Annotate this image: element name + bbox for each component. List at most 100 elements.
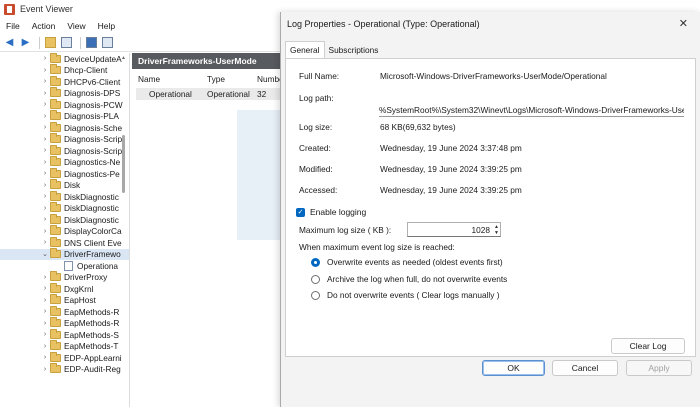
chevron-right-icon[interactable]: › xyxy=(40,113,50,120)
chevron-right-icon[interactable]: › xyxy=(40,78,50,85)
tree-folder-item[interactable]: › Diagnosis-Scrip xyxy=(0,144,129,157)
tree-folder-item[interactable]: › EapMethods-R xyxy=(0,305,129,318)
tree-folder-item[interactable]: › EapMethods-T xyxy=(0,340,129,353)
chevron-right-icon[interactable]: › xyxy=(40,308,50,315)
forward-arrow-icon[interactable]: ▶ xyxy=(19,36,32,49)
tree-folder-item[interactable]: › Diagnosis-Sche xyxy=(0,121,129,134)
chevron-right-icon[interactable]: › xyxy=(40,193,50,200)
tree-folder-item[interactable]: › Dhcp-Client xyxy=(0,64,129,77)
tree-folder-item[interactable]: › DiskDiagnostic xyxy=(0,202,129,215)
menu-file[interactable]: File xyxy=(6,21,20,31)
cancel-button[interactable]: Cancel xyxy=(552,360,618,376)
tree-folder-item[interactable]: › DxgKrnl xyxy=(0,282,129,295)
tree-folder-item[interactable]: › EDP-Audit-Reg xyxy=(0,363,129,376)
max-log-size-stepper[interactable]: 1028 ▲ ▼ xyxy=(407,222,501,237)
tree-folder-item[interactable]: ⌄ DriverFramewo xyxy=(0,248,129,260)
log-path-field[interactable]: %SystemRoot%\System32\Winevt\Logs\Micros… xyxy=(379,103,684,117)
tree-item-label: Diagnosis-Sche xyxy=(64,122,123,133)
chevron-right-icon[interactable]: › xyxy=(40,274,50,281)
enable-logging-checkbox[interactable]: ✓ Enable logging xyxy=(296,207,366,217)
tree-folder-item[interactable]: › EapMethods-R xyxy=(0,317,129,330)
folder-icon xyxy=(50,294,61,305)
tree-folder-item[interactable]: › EapHost xyxy=(0,294,129,307)
menu-view[interactable]: View xyxy=(67,21,85,31)
tree-folder-item[interactable]: › DriverProxy xyxy=(0,271,129,284)
column-type[interactable]: Type xyxy=(207,74,225,84)
chevron-right-icon[interactable]: › xyxy=(40,285,50,292)
tree-folder-item[interactable]: › DiskDiagnostic xyxy=(0,190,129,203)
tree-item-label: DriverFramewo xyxy=(64,249,121,260)
chevron-right-icon[interactable]: › xyxy=(40,136,50,143)
tree-item-label: EapHost xyxy=(64,295,96,306)
chevron-down-icon[interactable]: ⌄ xyxy=(40,250,50,258)
properties-icon[interactable] xyxy=(101,36,114,49)
tree-folder-item[interactable]: › Diagnostics-Pe xyxy=(0,167,129,180)
chevron-right-icon[interactable]: › xyxy=(40,124,50,131)
tree-folder-item[interactable]: › DisplayColorCa xyxy=(0,225,129,238)
close-icon[interactable]: ✕ xyxy=(679,17,688,30)
modified-value: Wednesday, 19 June 2024 3:39:25 pm xyxy=(380,164,522,174)
chevron-right-icon[interactable]: › xyxy=(40,159,50,166)
tree-folder-item[interactable]: › Disk xyxy=(0,179,129,192)
scroll-up-icon[interactable]: ▲ xyxy=(121,55,126,61)
chevron-right-icon[interactable]: › xyxy=(40,320,50,327)
chevron-right-icon[interactable]: › xyxy=(40,343,50,350)
folder-icon xyxy=(50,179,61,190)
chevron-right-icon[interactable]: › xyxy=(40,205,50,212)
tree-folder-item[interactable]: › Diagnosis-Scrip xyxy=(0,133,129,146)
column-name[interactable]: Name xyxy=(138,74,160,84)
window-title: Event Viewer xyxy=(20,4,73,14)
chevron-right-icon[interactable]: › xyxy=(40,216,50,223)
chevron-right-icon[interactable]: › xyxy=(40,331,50,338)
chevron-right-icon[interactable]: › xyxy=(40,101,50,108)
help-icon[interactable] xyxy=(85,36,98,49)
chevron-right-icon[interactable]: › xyxy=(40,147,50,154)
show-hide-tree-icon[interactable] xyxy=(60,36,73,49)
clear-log-button[interactable]: Clear Log xyxy=(611,338,685,354)
tab-general[interactable]: General xyxy=(285,41,325,58)
tree-folder-item[interactable]: › DNS Client Eve xyxy=(0,236,129,249)
radio-archive-when-full[interactable]: Archive the log when full, do not overwr… xyxy=(311,274,507,284)
up-folder-icon[interactable] xyxy=(44,36,57,49)
chevron-right-icon[interactable]: › xyxy=(40,67,50,74)
chevron-right-icon[interactable]: › xyxy=(40,90,50,97)
ok-button[interactable]: OK xyxy=(482,360,545,376)
tree-folder-item[interactable]: › DeviceUpdateA xyxy=(0,53,129,65)
tree-item-label: EapMethods-S xyxy=(64,329,119,340)
chevron-right-icon[interactable]: › xyxy=(40,297,50,304)
chevron-right-icon[interactable]: › xyxy=(40,170,50,177)
tab-subscriptions[interactable]: Subscriptions xyxy=(325,41,383,58)
tree-item-label: Diagnosis-Scrip xyxy=(64,134,123,145)
toolbar-separator xyxy=(80,36,81,49)
menu-help[interactable]: Help xyxy=(98,21,115,31)
tree-folder-item[interactable]: › EDP-AppLearni xyxy=(0,351,129,364)
chevron-right-icon[interactable]: › xyxy=(40,239,50,246)
chevron-right-icon[interactable]: › xyxy=(40,182,50,189)
chevron-right-icon[interactable]: › xyxy=(40,354,50,361)
menu-action[interactable]: Action xyxy=(32,21,56,31)
tree-folder-item[interactable]: › Diagnosis-PCW xyxy=(0,98,129,111)
tree-folder-item[interactable]: › Diagnostics-Ne xyxy=(0,156,129,169)
radio-overwrite-as-needed[interactable]: Overwrite events as needed (oldest event… xyxy=(311,257,503,267)
scroll-thumb[interactable] xyxy=(122,135,125,193)
chevron-right-icon[interactable]: › xyxy=(40,55,50,62)
general-tab-panel: Full Name: Microsoft-Windows-DriverFrame… xyxy=(285,58,696,357)
radio-do-not-overwrite[interactable]: Do not overwrite events ( Clear logs man… xyxy=(311,290,499,300)
chevron-right-icon[interactable]: › xyxy=(40,228,50,235)
spin-arrows-icon[interactable]: ▲ ▼ xyxy=(494,224,499,236)
tree-scrollbar[interactable]: ▲ xyxy=(121,53,127,407)
tree-log-item[interactable]: Operationa xyxy=(0,260,129,272)
tree-folder-item[interactable]: › Diagnosis-PLA xyxy=(0,110,129,123)
tree-folder-item[interactable]: › EapMethods-S xyxy=(0,328,129,341)
tree-folder-item[interactable]: › Diagnosis-DPS xyxy=(0,87,129,100)
accessed-label: Accessed: xyxy=(299,185,338,195)
back-arrow-icon[interactable]: ◀ xyxy=(3,36,16,49)
radio-label: Archive the log when full, do not overwr… xyxy=(327,274,508,284)
log-file-icon xyxy=(64,260,73,271)
tree-folder-item[interactable]: › DiskDiagnostic xyxy=(0,213,129,226)
tree-folder-item[interactable]: › DHCPv6-Client xyxy=(0,75,129,88)
chevron-right-icon[interactable]: › xyxy=(40,366,50,373)
folder-icon xyxy=(50,351,61,362)
apply-button[interactable]: Apply xyxy=(626,360,692,376)
table-row[interactable]: Operational Operational 32 xyxy=(136,88,282,100)
